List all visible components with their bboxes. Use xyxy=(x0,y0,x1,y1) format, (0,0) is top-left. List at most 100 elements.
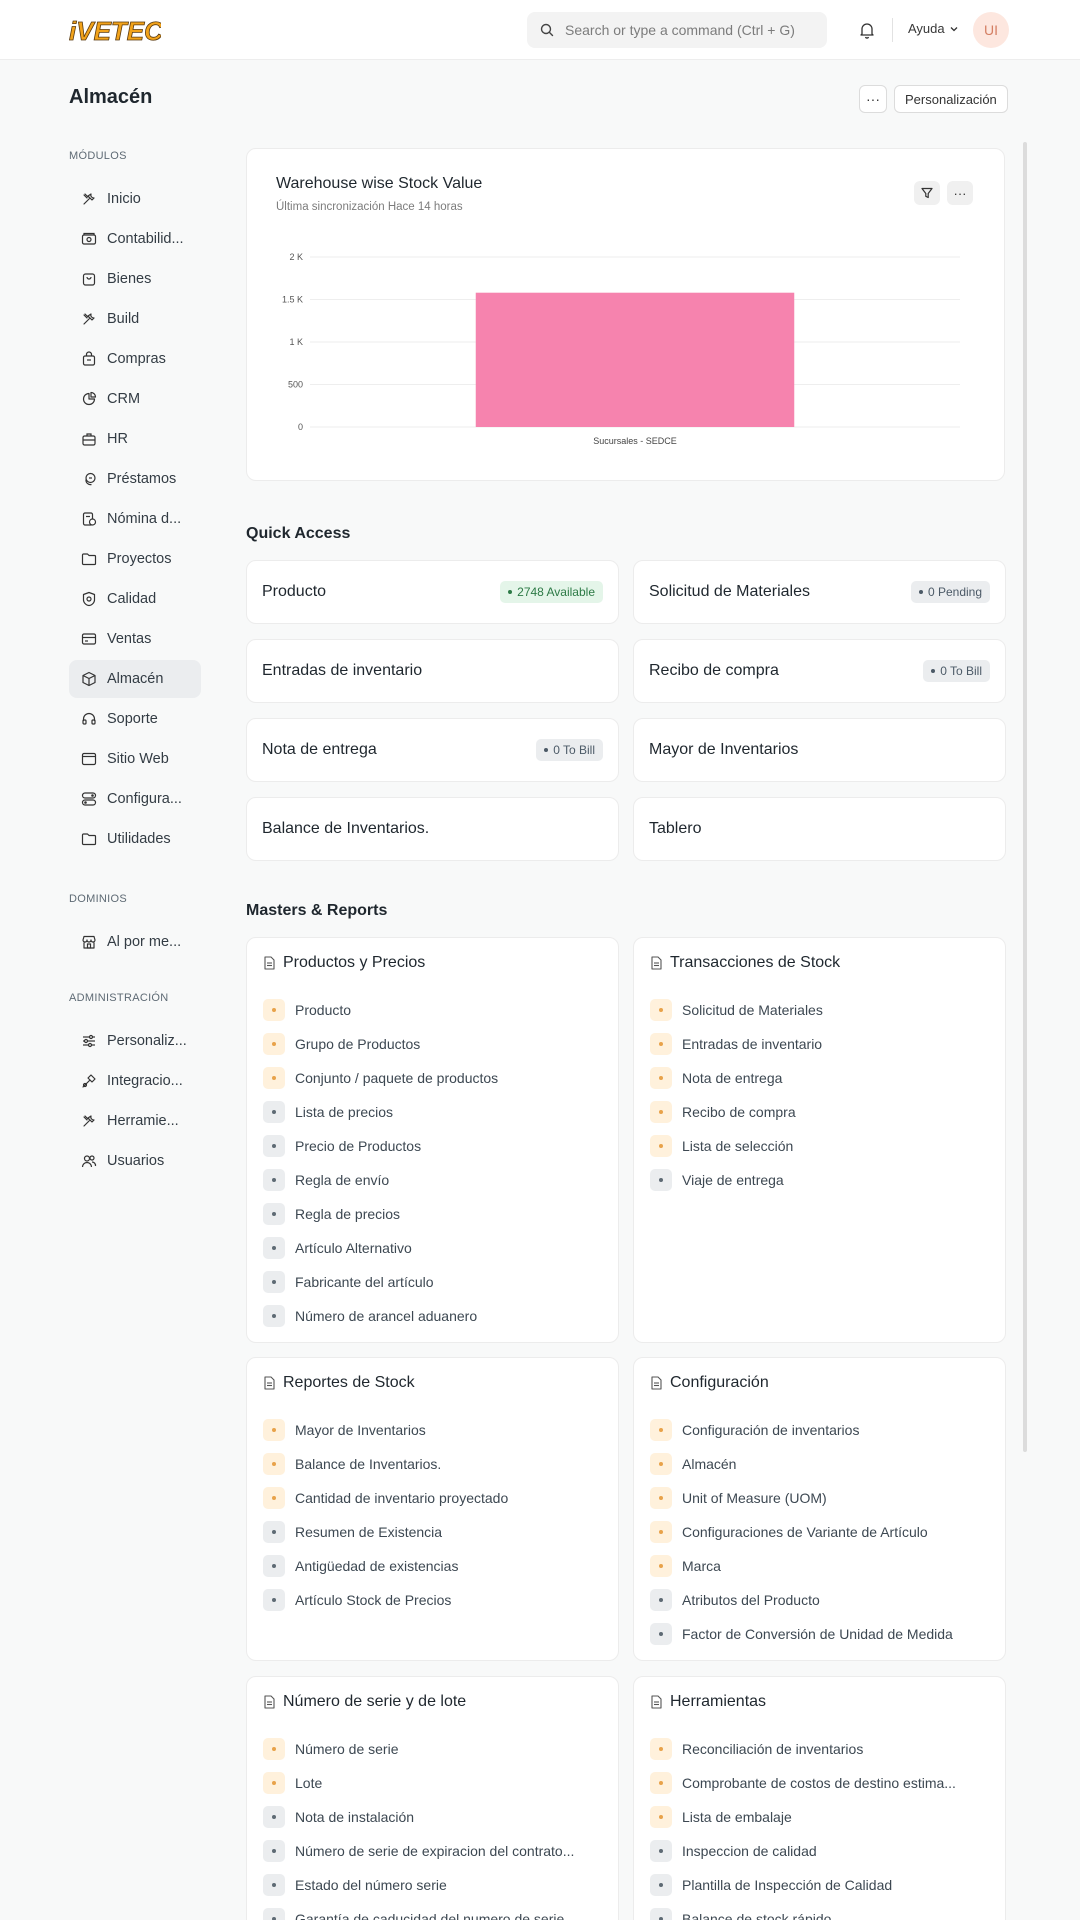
report-link[interactable]: Conjunto / paquete de productos xyxy=(263,1061,498,1095)
report-link[interactable]: Número de arancel aduanero xyxy=(263,1299,498,1333)
scrollbar[interactable] xyxy=(1023,142,1027,1452)
chart-card: Warehouse wise Stock Value Última sincro… xyxy=(246,148,1005,481)
quick-access-card[interactable]: Entradas de inventario xyxy=(246,639,619,703)
report-link[interactable]: Estado del número serie xyxy=(263,1868,574,1902)
report-card-title: Productos y Precios xyxy=(283,954,426,971)
report-link[interactable]: Comprobante de costos de destino estima.… xyxy=(650,1766,956,1800)
sidebar-item-module-5[interactable]: CRM xyxy=(69,380,201,418)
coins-icon xyxy=(85,472,96,486)
report-link[interactable]: Regla de envío xyxy=(263,1163,498,1197)
report-link[interactable]: Marca xyxy=(650,1549,953,1583)
sidebar-item-admin-2[interactable]: Herramie... xyxy=(69,1102,201,1140)
report-link[interactable]: Balance de Inventarios. xyxy=(263,1447,508,1481)
quick-access-card[interactable]: Balance de Inventarios. xyxy=(246,797,619,861)
report-link[interactable]: Lista de selección xyxy=(650,1129,823,1163)
report-link[interactable]: Atributos del Producto xyxy=(650,1583,953,1617)
sidebar-item-admin-3[interactable]: Usuarios xyxy=(69,1142,201,1180)
sidebar-item-module-11[interactable]: Ventas xyxy=(69,620,201,658)
report-link[interactable]: Lista de embalaje xyxy=(650,1800,956,1834)
report-link[interactable]: Solicitud de Materiales xyxy=(650,993,823,1027)
sidebar-item-module-6[interactable]: HR xyxy=(69,420,201,458)
sidebar-item-module-15[interactable]: Configura... xyxy=(69,780,201,818)
sidebar-item-module-8[interactable]: Nómina d... xyxy=(69,500,201,538)
report-link[interactable]: Número de serie de expiracion del contra… xyxy=(263,1834,574,1868)
sidebar-item-module-2[interactable]: Bienes xyxy=(69,260,201,298)
report-link[interactable]: Resumen de Existencia xyxy=(263,1515,508,1549)
bullet-icon xyxy=(263,1169,285,1191)
sidebar-item-module-10[interactable]: Calidad xyxy=(69,580,201,618)
report-link[interactable]: Regla de precios xyxy=(263,1197,498,1231)
sidebar-item-module-0[interactable]: Inicio xyxy=(69,180,201,218)
notification-bell-icon[interactable] xyxy=(857,20,877,40)
report-link[interactable]: Lista de precios xyxy=(263,1095,498,1129)
quick-access-card[interactable]: Solicitud de Materiales 0 Pending xyxy=(633,560,1006,624)
y-tick-label: 1.5 K xyxy=(282,295,303,305)
company-logo[interactable]: iVETEC xyxy=(69,14,161,46)
report-link[interactable]: Cantidad de inventario proyectado xyxy=(263,1481,508,1515)
report-card: Herramientas Reconciliación de inventario… xyxy=(633,1676,1006,1920)
report-card-header: Reportes de Stock xyxy=(263,1374,415,1392)
sidebar-item-admin-1[interactable]: Integracio... xyxy=(69,1062,201,1100)
avatar[interactable]: UI xyxy=(973,12,1009,48)
report-link-label: Balance de stock rápido xyxy=(682,1911,832,1920)
report-link[interactable]: Unit of Measure (UOM) xyxy=(650,1481,953,1515)
sidebar-item-module-9[interactable]: Proyectos xyxy=(69,540,201,578)
report-link[interactable]: Mayor de Inventarios xyxy=(263,1413,508,1447)
y-tick-label: 500 xyxy=(288,380,303,390)
report-link[interactable]: Plantilla de Inspección de Calidad xyxy=(650,1868,956,1902)
report-link[interactable]: Artículo Stock de Precios xyxy=(263,1583,508,1617)
more-options-button[interactable]: ··· xyxy=(859,85,887,113)
report-link[interactable]: Fabricante del artículo xyxy=(263,1265,498,1299)
report-link-label: Recibo de compra xyxy=(682,1104,796,1120)
report-link[interactable]: Grupo de Productos xyxy=(263,1027,498,1061)
page-title: Almacén xyxy=(69,86,153,108)
quick-access-card[interactable]: Mayor de Inventarios xyxy=(633,718,1006,782)
sidebar-item-module-4[interactable]: Compras xyxy=(69,340,201,378)
sidebar-item-module-3[interactable]: Build xyxy=(69,300,201,338)
report-link[interactable]: Entradas de inventario xyxy=(650,1027,823,1061)
report-link-label: Fabricante del artículo xyxy=(295,1274,434,1290)
report-link[interactable]: Garantía de caducidad del numero de seri… xyxy=(263,1902,574,1920)
report-link[interactable]: Almacén xyxy=(650,1447,953,1481)
sidebar-item-module-7[interactable]: Préstamos xyxy=(69,460,201,498)
report-link[interactable]: Configuración de inventarios xyxy=(650,1413,953,1447)
report-link[interactable]: Producto xyxy=(263,993,498,1027)
quick-access-card[interactable]: Nota de entrega 0 To Bill xyxy=(246,718,619,782)
sidebar-item-module-14[interactable]: Sitio Web xyxy=(69,740,201,778)
sidebar-item-module-1[interactable]: Contabilid... xyxy=(69,220,201,258)
help-dropdown[interactable]: Ayuda xyxy=(908,21,959,36)
report-link[interactable]: Antigüedad de existencias xyxy=(263,1549,508,1583)
report-link[interactable]: Nota de entrega xyxy=(650,1061,823,1095)
report-link[interactable]: Balance de stock rápido xyxy=(650,1902,956,1920)
quick-access-card[interactable]: Tablero xyxy=(633,797,1006,861)
quick-access-card[interactable]: Producto 2748 Available xyxy=(246,560,619,624)
report-link[interactable]: Reconciliación de inventarios xyxy=(650,1732,956,1766)
badge-text: 2748 Available xyxy=(517,585,595,599)
report-link[interactable]: Precio de Productos xyxy=(263,1129,498,1163)
search-bar[interactable]: Search or type a command (Ctrl + G) xyxy=(527,12,827,48)
report-link-list: Número de serie Lote Nota de instalación Nú… xyxy=(263,1732,574,1920)
report-link[interactable]: Nota de instalación xyxy=(263,1800,574,1834)
sidebar-item-module-12[interactable]: Almacén xyxy=(69,660,201,698)
report-link[interactable]: Lote xyxy=(263,1766,574,1800)
report-link[interactable]: Número de serie xyxy=(263,1732,574,1766)
sidebar-item-module-13[interactable]: Soporte xyxy=(69,700,201,738)
sidebar-item-module-16[interactable]: Utilidades xyxy=(69,820,201,858)
report-link[interactable]: Inspeccion de calidad xyxy=(650,1834,956,1868)
report-link-label: Estado del número serie xyxy=(295,1877,447,1893)
bullet-icon xyxy=(263,1772,285,1794)
report-link-label: Garantía de caducidad del numero de seri… xyxy=(295,1911,565,1920)
report-link[interactable]: Recibo de compra xyxy=(650,1095,823,1129)
bullet-icon xyxy=(650,1067,672,1089)
sidebar-item-label: Configura... xyxy=(107,791,182,807)
report-link[interactable]: Artículo Alternativo xyxy=(263,1231,498,1265)
sidebar-item-admin-0[interactable]: Personaliz... xyxy=(69,1022,201,1060)
report-link[interactable]: Factor de Conversión de Unidad de Medida xyxy=(650,1617,953,1651)
report-link[interactable]: Viaje de entrega xyxy=(650,1163,823,1197)
report-link[interactable]: Configuraciones de Variante de Artículo xyxy=(650,1515,953,1549)
quick-access-card[interactable]: Recibo de compra 0 To Bill xyxy=(633,639,1006,703)
customize-button[interactable]: Personalización xyxy=(894,85,1008,113)
chart-bar[interactable] xyxy=(475,292,795,427)
sidebar-item-domain-0[interactable]: Al por me... xyxy=(69,923,201,961)
report-link-label: Lote xyxy=(295,1775,323,1791)
